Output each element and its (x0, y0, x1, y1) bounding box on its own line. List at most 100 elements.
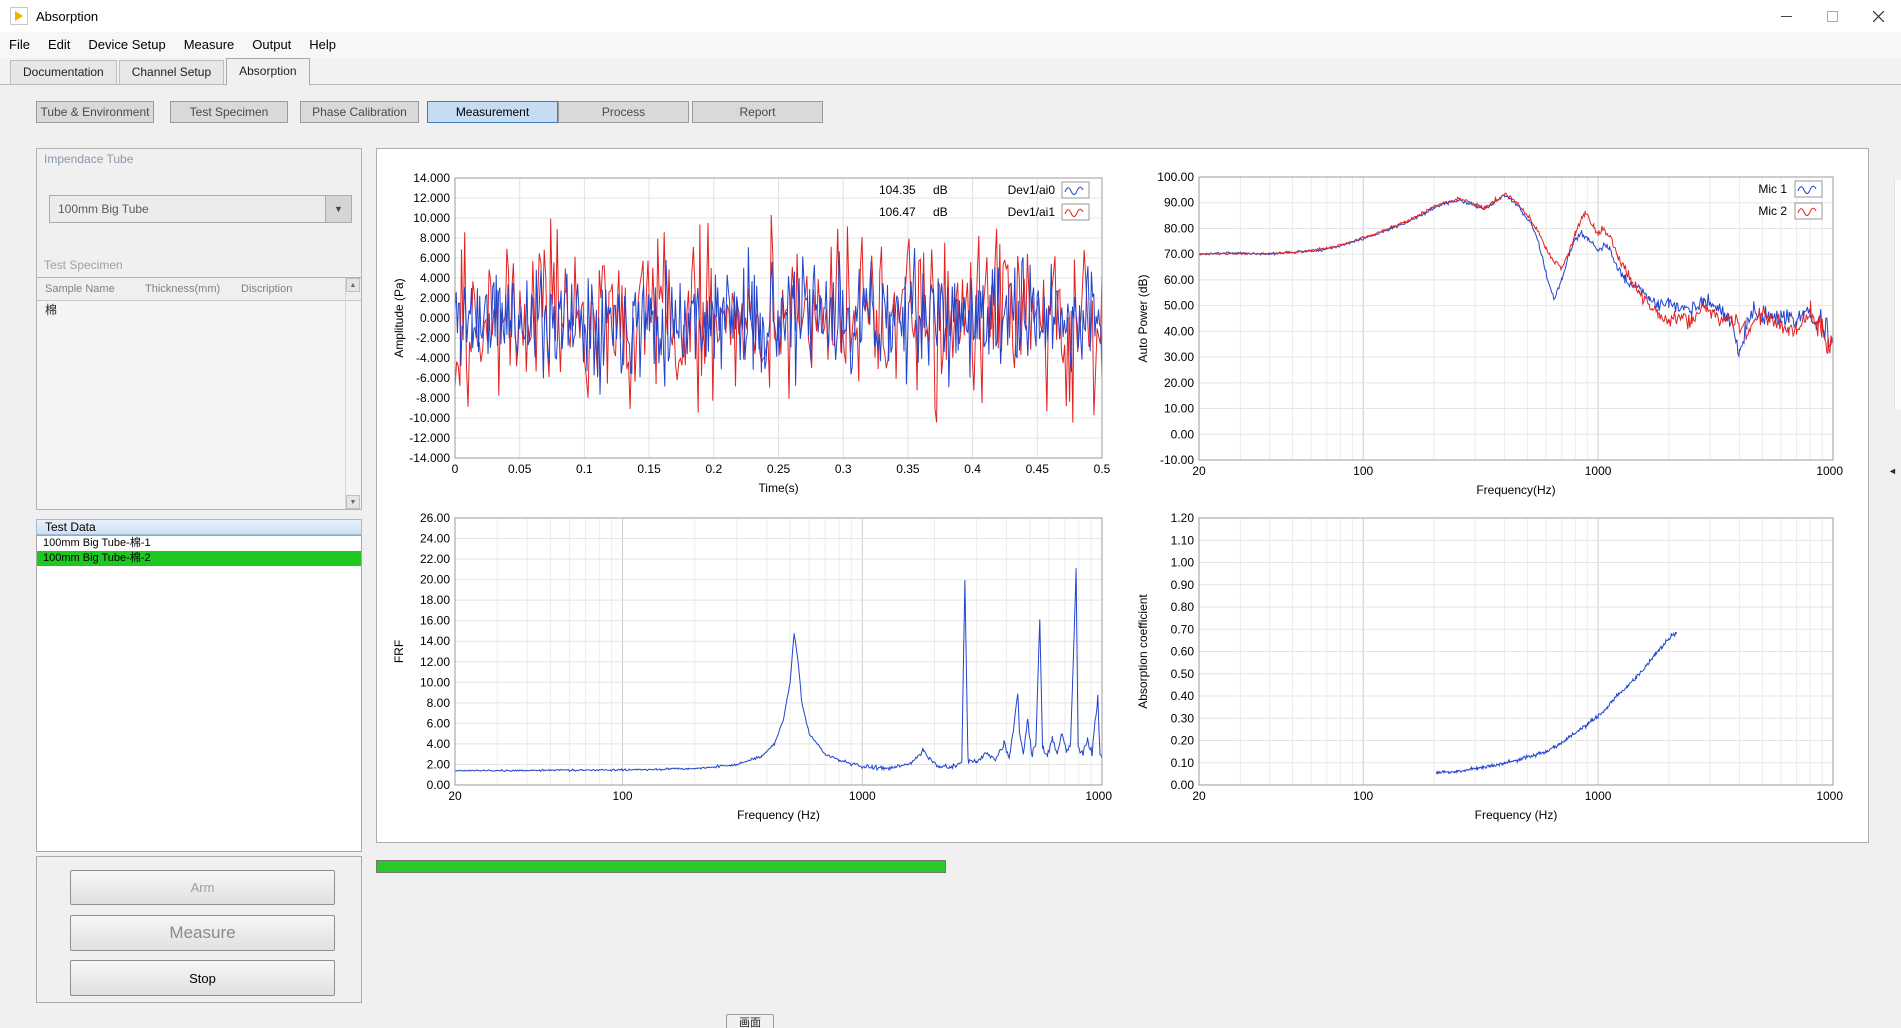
title-bar: Absorption (0, 0, 1901, 33)
svg-text:24.00: 24.00 (420, 532, 450, 546)
svg-text:50.00: 50.00 (1164, 299, 1194, 313)
maximize-button[interactable] (1809, 0, 1855, 32)
svg-text:0.10: 0.10 (1171, 756, 1195, 770)
svg-text:12.00: 12.00 (420, 655, 450, 669)
svg-text:Dev1/ai1: Dev1/ai1 (1008, 205, 1056, 219)
specimen-table-scrollbar[interactable]: ▲ ▼ (345, 278, 361, 509)
tab-documentation[interactable]: Documentation (10, 60, 117, 84)
tab-channel-setup[interactable]: Channel Setup (119, 60, 224, 84)
svg-text:22.00: 22.00 (420, 552, 450, 566)
svg-text:14.00: 14.00 (420, 634, 450, 648)
time-waveform-chart: 14.00012.00010.0008.0006.0004.0002.0000.… (390, 160, 1112, 503)
svg-text:-10.00: -10.00 (1160, 453, 1194, 467)
scroll-down-icon[interactable]: ▼ (346, 495, 360, 509)
tab-absorption[interactable]: Absorption (226, 58, 309, 85)
svg-text:100: 100 (1353, 789, 1373, 803)
svg-text:0.05: 0.05 (508, 462, 532, 476)
svg-text:1.00: 1.00 (1171, 556, 1195, 570)
application-window: Absorption File Edit Device Setup Measur… (0, 0, 1901, 1028)
column-thickness: Thickness(mm) (137, 283, 233, 295)
svg-text:0.00: 0.00 (1171, 778, 1195, 792)
bottom-page-tab[interactable]: 画面 (726, 1014, 774, 1028)
arm-button[interactable]: Arm (70, 870, 335, 905)
subtab-phase-calibration[interactable]: Phase Calibration (300, 101, 419, 123)
svg-text:2.00: 2.00 (427, 757, 451, 771)
svg-text:10000: 10000 (1085, 789, 1112, 803)
test-specimen-label: Test Specimen (44, 258, 123, 272)
subtab-report[interactable]: Report (692, 101, 823, 123)
list-item-selected[interactable]: 100mm Big Tube-棉-2 (37, 551, 361, 566)
list-item[interactable]: 100mm Big Tube-棉-1 (37, 536, 361, 551)
svg-text:Mic 2: Mic 2 (1758, 204, 1787, 218)
subtab-tube-environment[interactable]: Tube & Environment (36, 101, 154, 123)
svg-text:8.000: 8.000 (420, 231, 450, 245)
svg-text:1.20: 1.20 (1171, 511, 1195, 525)
svg-text:104.35: 104.35 (879, 183, 916, 197)
measure-button[interactable]: Measure (70, 915, 335, 951)
svg-text:Time(s): Time(s) (758, 481, 798, 495)
menu-help[interactable]: Help (300, 32, 345, 58)
control-button-panel: Arm Measure Stop (36, 856, 362, 1003)
subtab-measurement[interactable]: Measurement (427, 101, 558, 123)
test-data-list[interactable]: 100mm Big Tube-棉-1 100mm Big Tube-棉-2 (36, 535, 362, 852)
menu-device-setup[interactable]: Device Setup (79, 32, 174, 58)
svg-text:20: 20 (1192, 464, 1206, 478)
svg-text:Mic 1: Mic 1 (1758, 182, 1787, 196)
svg-text:0.00: 0.00 (1171, 427, 1195, 441)
svg-text:1000: 1000 (1585, 789, 1612, 803)
svg-text:1.10: 1.10 (1171, 533, 1195, 547)
svg-text:-14.000: -14.000 (409, 451, 450, 465)
stop-button[interactable]: Stop (70, 960, 335, 996)
menu-bar: File Edit Device Setup Measure Output He… (0, 32, 1901, 59)
svg-text:-6.000: -6.000 (416, 371, 450, 385)
svg-text:0: 0 (452, 462, 459, 476)
svg-text:20: 20 (1192, 789, 1206, 803)
svg-text:0.35: 0.35 (896, 462, 920, 476)
svg-text:0.30: 0.30 (1171, 711, 1195, 725)
impedance-tube-selected-value: 100mm Big Tube (50, 196, 325, 222)
svg-text:10.000: 10.000 (413, 211, 450, 225)
test-specimen-header: Sample Name Thickness(mm) Discription (37, 278, 361, 301)
menu-output[interactable]: Output (243, 32, 300, 58)
svg-text:20.00: 20.00 (420, 573, 450, 587)
subtab-process[interactable]: Process (558, 101, 689, 123)
svg-text:Frequency(Hz): Frequency(Hz) (1476, 483, 1555, 497)
menu-measure[interactable]: Measure (175, 32, 244, 58)
svg-text:-8.000: -8.000 (416, 391, 450, 405)
svg-text:4.00: 4.00 (427, 737, 451, 751)
impedance-tube-dropdown[interactable]: 100mm Big Tube ▼ (49, 195, 352, 223)
close-button[interactable] (1855, 0, 1901, 32)
svg-text:dB: dB (933, 205, 948, 219)
svg-text:10000: 10000 (1816, 464, 1843, 478)
svg-text:106.47: 106.47 (879, 205, 916, 219)
svg-text:4.000: 4.000 (420, 271, 450, 285)
svg-text:8.00: 8.00 (427, 696, 451, 710)
test-specimen-table[interactable]: Sample Name Thickness(mm) Discription 棉 … (36, 277, 362, 510)
svg-text:10.00: 10.00 (1164, 402, 1194, 416)
right-scrollbar[interactable] (1894, 180, 1901, 410)
svg-text:6.00: 6.00 (427, 716, 451, 730)
svg-text:0.000: 0.000 (420, 311, 450, 325)
svg-text:100: 100 (1353, 464, 1373, 478)
svg-text:FRF: FRF (392, 640, 406, 663)
svg-text:Absorption coefficient: Absorption coefficient (1136, 594, 1150, 709)
scroll-up-icon[interactable]: ▲ (346, 278, 360, 292)
svg-text:100.00: 100.00 (1157, 170, 1194, 184)
svg-text:0.5: 0.5 (1094, 462, 1111, 476)
column-sample-name: Sample Name (37, 283, 137, 295)
table-row[interactable]: 棉 (37, 301, 361, 319)
svg-text:0.45: 0.45 (1026, 462, 1050, 476)
svg-text:6.000: 6.000 (420, 251, 450, 265)
svg-text:0.40: 0.40 (1171, 689, 1195, 703)
menu-file[interactable]: File (0, 32, 39, 58)
impedance-tube-label: Impendace Tube (44, 152, 133, 166)
splitter-arrow-icon[interactable]: ◄ (1888, 466, 1897, 476)
svg-text:60.00: 60.00 (1164, 273, 1194, 287)
subtab-test-specimen[interactable]: Test Specimen (170, 101, 288, 123)
svg-text:0.50: 0.50 (1171, 667, 1195, 681)
frf-chart: 26.0024.0022.0020.0018.0016.0014.0012.00… (390, 500, 1112, 835)
menu-edit[interactable]: Edit (39, 32, 79, 58)
minimize-button[interactable] (1763, 0, 1809, 32)
column-discription: Discription (233, 283, 333, 295)
svg-text:12.000: 12.000 (413, 191, 450, 205)
